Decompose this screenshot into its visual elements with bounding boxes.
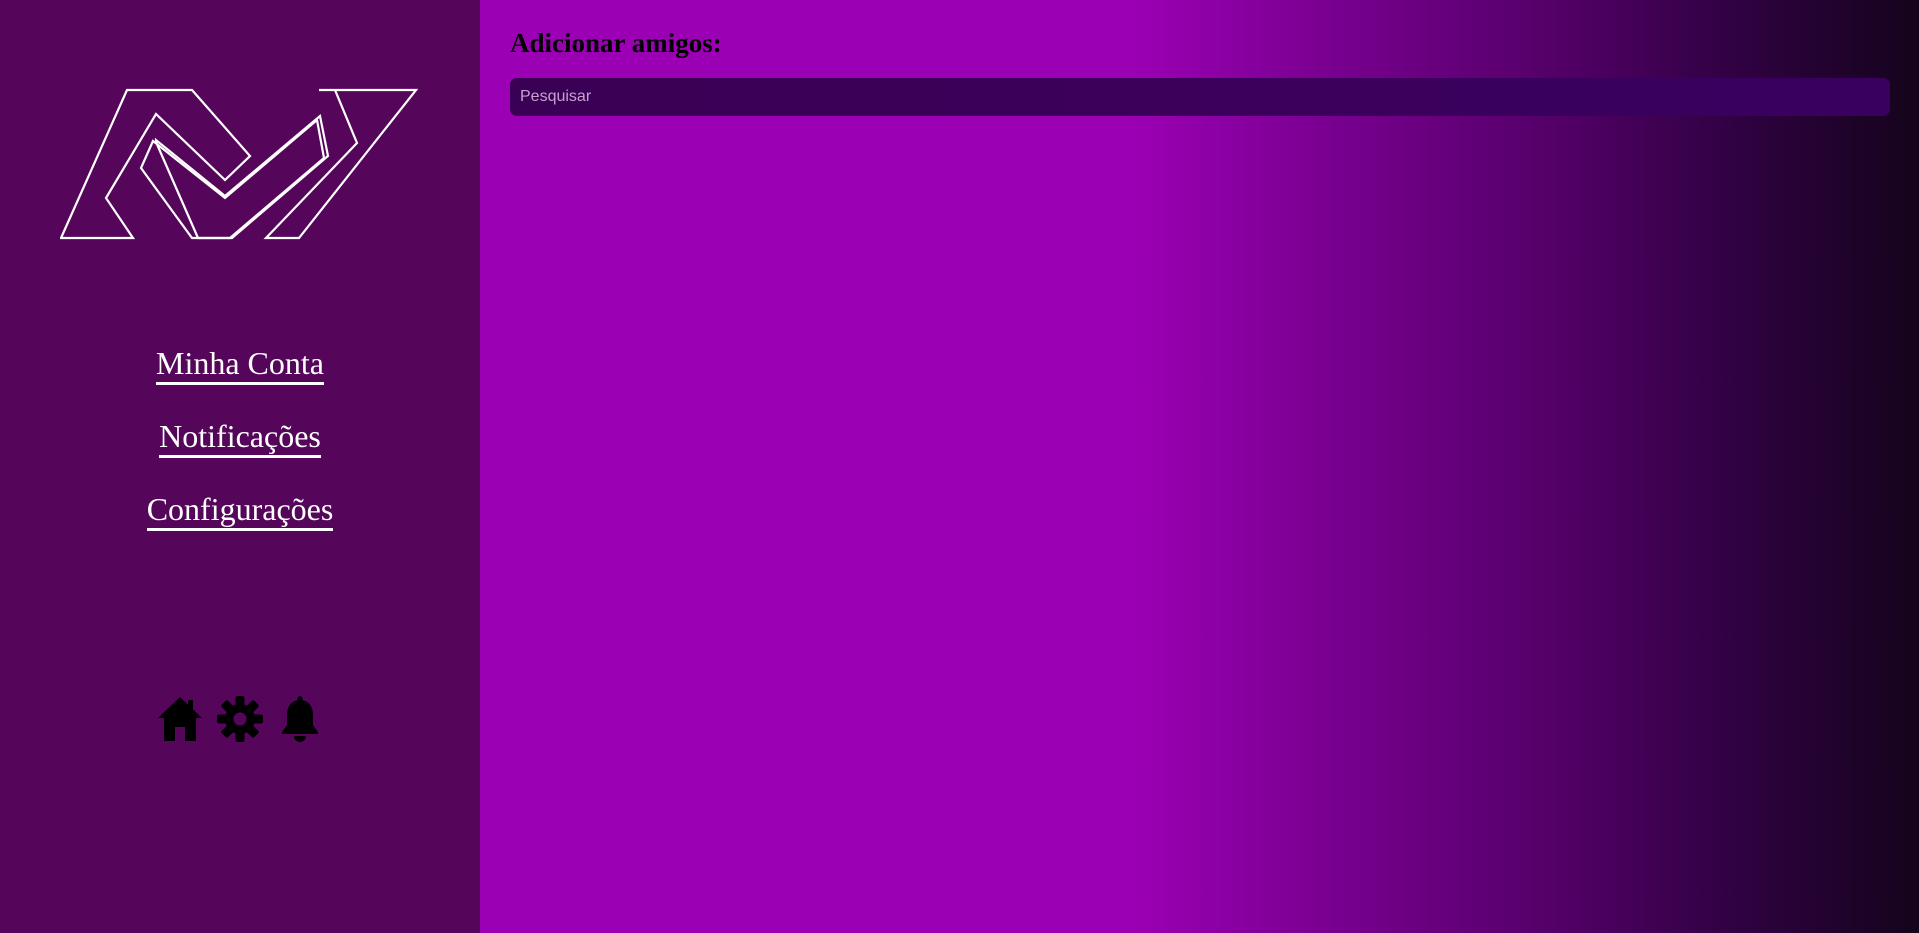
bell-icon[interactable] (276, 695, 324, 743)
nav-link-minha-conta[interactable]: Minha Conta (156, 344, 324, 385)
sidebar-icon-row (0, 695, 480, 743)
main-content: Adicionar amigos: (480, 0, 1919, 933)
gear-icon[interactable] (216, 695, 264, 743)
sidebar-nav: Minha Conta Notificações Configurações (0, 344, 480, 563)
nav-link-configuracoes[interactable]: Configurações (146, 490, 334, 531)
sidebar: Minha Conta Notificações Configurações (0, 0, 480, 933)
home-icon[interactable] (156, 695, 204, 743)
search-input[interactable] (510, 78, 1890, 116)
logo (60, 88, 418, 240)
page-title: Adicionar amigos: (510, 28, 722, 58)
nav-link-notificacoes[interactable]: Notificações (159, 417, 321, 458)
